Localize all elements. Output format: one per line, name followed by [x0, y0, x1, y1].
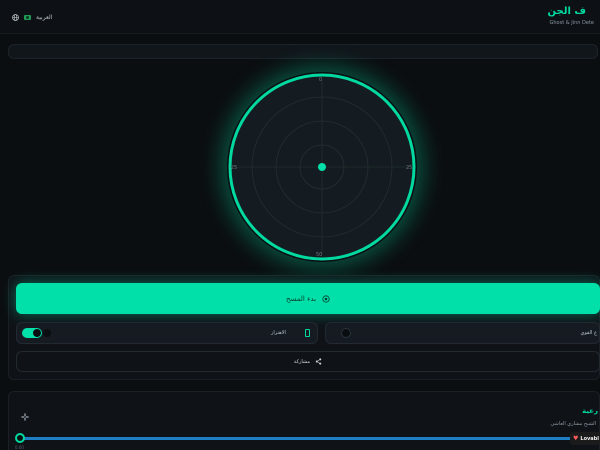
app-subtitle: Ghost & Jinn Dete: [549, 20, 595, 26]
radar-center-dot: [318, 163, 326, 171]
heart-icon: ♥: [573, 435, 579, 442]
sensitivity-slider-track[interactable]: [20, 437, 580, 440]
app-title: ف الجن: [547, 6, 587, 17]
language-label: العربية: [36, 13, 53, 21]
radar-label-left: -25: [229, 165, 238, 171]
sparkle-icon[interactable]: [21, 413, 29, 421]
radar-label-top: 0: [319, 77, 323, 83]
lovable-label: Lovabl: [580, 435, 599, 442]
realtime-control: ع القوي: [325, 322, 600, 344]
radar-label-right: 25: [406, 165, 413, 171]
radar-label-bottom: 50: [316, 252, 323, 258]
card-subtitle: الشبح مشاري العاشي: [550, 421, 596, 427]
lovable-badge[interactable]: ♥ Lovabl: [570, 432, 600, 445]
phone-icon: [305, 329, 310, 337]
slider-min-label: 0.00: [15, 445, 24, 450]
toggle-indicator: [43, 329, 51, 337]
radar-display: 0 25 50 -25: [227, 72, 417, 262]
top-bar: العربية ف الجن Ghost & Jinn Dete: [0, 0, 600, 34]
vibration-label: الاهتزاز: [271, 330, 286, 336]
scan-button-label: بدء المسح: [285, 294, 317, 303]
settings-card: [8, 391, 600, 450]
share-label: مشاركة: [293, 358, 311, 365]
realtime-switch[interactable]: [341, 328, 351, 338]
share-button[interactable]: مشاركة: [16, 351, 600, 372]
flag-icon: [24, 14, 31, 20]
status-bar: [8, 44, 598, 59]
vibration-toggle[interactable]: [22, 328, 42, 338]
start-scan-button[interactable]: بدء المسح: [16, 283, 600, 314]
vibration-control: الاهتزاز: [16, 322, 318, 344]
globe-icon: [12, 13, 19, 21]
card-title: رعية: [582, 407, 598, 415]
scan-icon: [322, 294, 330, 303]
language-switcher[interactable]: العربية: [12, 11, 52, 23]
realtime-label: ع القوي: [580, 330, 597, 336]
sensitivity-slider-thumb[interactable]: [15, 433, 25, 443]
share-icon: [315, 358, 322, 365]
